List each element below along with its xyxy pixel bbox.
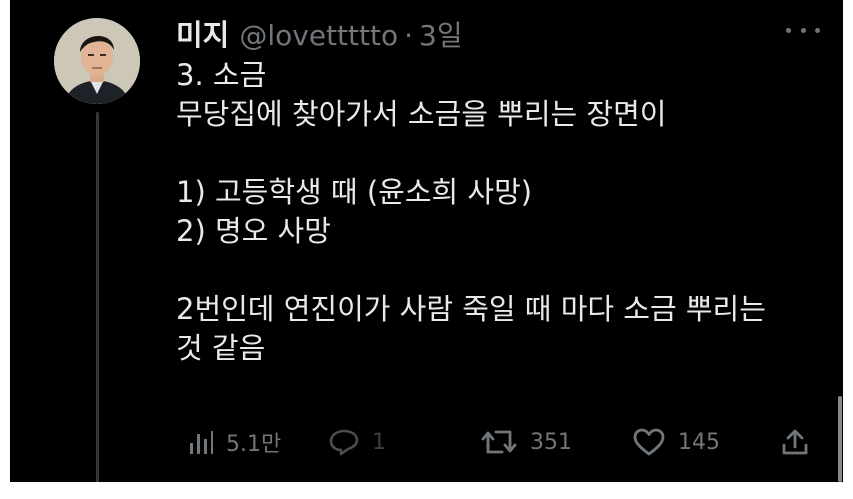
tweet-line: 2번인데 연진이가 사람 죽일 때 마다 소금 뿌리는 [176,292,766,326]
share-upload-icon [782,429,808,455]
avatar[interactable] [54,18,140,104]
reply-button[interactable]: 1 [328,420,386,464]
tweet-line: 3. 소금 [176,58,267,92]
tweet-text: 3. 소금 무당집에 찾아가서 소금을 뿌리는 장면이 1) 고등학생 때 (윤… [176,56,826,368]
tweet-line: 것 같음 [176,331,266,365]
bar-chart-icon [190,431,213,454]
views-button[interactable]: 5.1만 [188,420,281,464]
reply-count: 1 [372,429,386,455]
tweet-line: 무당집에 찾아가서 소금을 뿌리는 장면이 [176,97,667,131]
heart-icon [633,428,665,456]
views-count: 5.1만 [226,432,282,457]
tweet-line: 2) 명오 사망 [176,214,331,248]
tweet-line: 1) 고등학생 때 (윤소희 사망) [176,175,533,209]
retweet-icon [481,430,517,454]
author-name[interactable]: 미지 [176,12,229,54]
speech-bubble-icon [329,429,359,456]
retweet-button[interactable]: 351 [480,420,572,464]
like-count: 145 [678,429,720,455]
author-handle[interactable]: @lovettttto [239,19,398,52]
like-button[interactable]: 145 [632,420,720,464]
more-dots-icon[interactable] [786,24,820,36]
action-bar: 5.1만 1 351 145 [176,420,816,464]
tweet-time[interactable]: 3일 [419,14,463,54]
share-button[interactable] [780,420,810,464]
separator-dot: · [404,19,414,52]
tweet-card: 미지 @lovettttto · 3일 3. 소금 무당집에 찾아가서 소금을 … [10,0,843,482]
tweet-header: 미지 @lovettttto · 3일 [176,12,463,52]
scrollbar[interactable] [838,396,842,482]
avatar-image [54,18,140,104]
retweet-count: 351 [530,429,572,455]
thread-line [96,112,99,482]
